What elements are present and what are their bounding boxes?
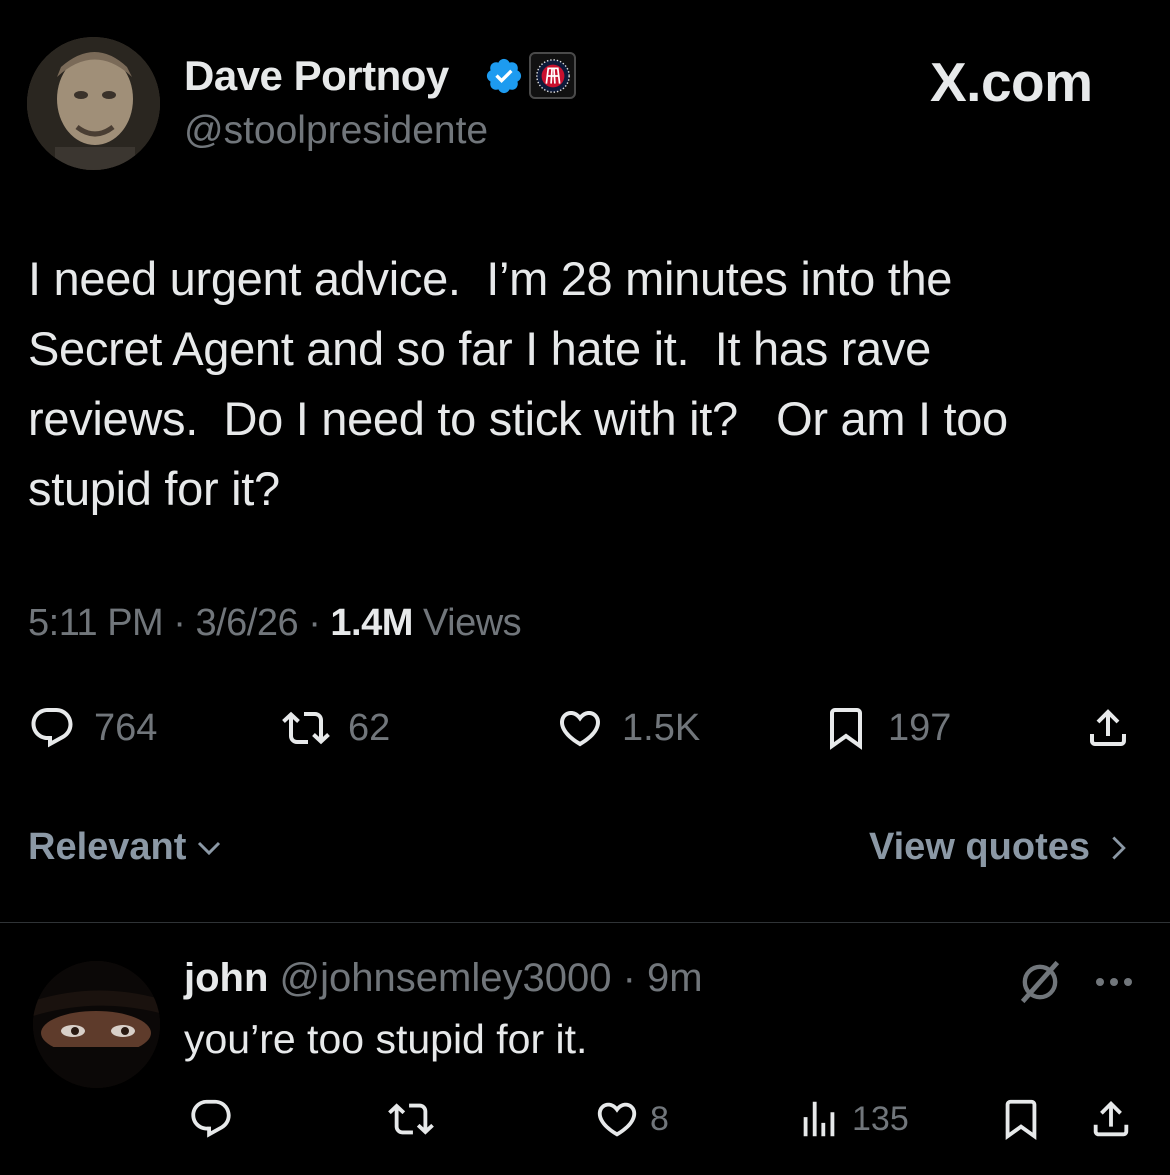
view-quotes-link[interactable]: View quotes xyxy=(869,826,1132,869)
author-handle[interactable]: @stoolpresidente xyxy=(184,109,488,153)
reply-time[interactable]: 9m xyxy=(647,956,703,1000)
grok-icon[interactable] xyxy=(1014,956,1066,1008)
reply-button[interactable]: 764 xyxy=(28,700,157,756)
barstool-logo-icon[interactable] xyxy=(529,52,576,99)
reply-separator: · xyxy=(611,956,648,1000)
reply-views-count: 135 xyxy=(852,1099,909,1138)
brand-watermark: X.com xyxy=(930,51,1093,113)
share-icon xyxy=(1093,1100,1129,1137)
divider xyxy=(0,922,1170,923)
bookmark-button[interactable]: 197 xyxy=(822,700,951,756)
chevron-right-icon xyxy=(1112,836,1126,859)
tweet-meta: 5:11 PM · 3/6/26 · 1.4M Views xyxy=(28,602,522,645)
reply-count: 764 xyxy=(94,706,158,749)
chevron-down-icon xyxy=(198,841,221,855)
repost-count: 62 xyxy=(348,706,391,749)
meta-separator: · xyxy=(298,602,331,644)
sort-dropdown[interactable]: Relevant xyxy=(28,826,224,869)
bookmark-icon xyxy=(1005,1099,1037,1140)
view-quotes-label: View quotes xyxy=(868,826,1090,868)
reply-header: john @johnsemley3000 · 9m xyxy=(184,956,703,1001)
author-display-name[interactable]: Dave Portnoy xyxy=(184,52,449,100)
reply-icon xyxy=(31,708,73,748)
meta-separator: · xyxy=(163,602,196,644)
heart-icon xyxy=(597,1102,637,1137)
tweet-time[interactable]: 5:11 PM xyxy=(28,602,164,644)
tweet-date[interactable]: 3/6/26 xyxy=(195,602,298,644)
repost-button[interactable]: 62 xyxy=(282,700,390,756)
repost-icon xyxy=(388,1103,434,1135)
reply-share-button[interactable] xyxy=(1088,1094,1134,1144)
reply-text: you’re too stupid for it. xyxy=(184,1016,588,1062)
verified-badge-icon[interactable] xyxy=(484,56,524,96)
more-options-icon[interactable] xyxy=(1090,956,1142,1008)
analytics-icon xyxy=(803,1101,835,1137)
reply-bookmark-button[interactable] xyxy=(998,1094,1044,1144)
views-count: 1.4M xyxy=(330,602,413,644)
share-icon xyxy=(1090,709,1126,746)
reply-author-name[interactable]: john xyxy=(184,956,268,1000)
reply-like-count: 8 xyxy=(650,1099,669,1138)
like-button[interactable]: 1.5K xyxy=(556,700,700,756)
reply-like-button[interactable]: 8 xyxy=(594,1094,669,1144)
share-button[interactable] xyxy=(1084,700,1132,756)
reply-reply-button[interactable] xyxy=(188,1094,234,1144)
views-label: Views xyxy=(412,602,522,644)
reply-icon xyxy=(191,1099,231,1138)
repost-icon xyxy=(282,711,330,745)
tweet-text: I need urgent advice. I’m 28 minutes int… xyxy=(28,252,1008,515)
heart-icon xyxy=(559,711,601,747)
like-count: 1.5K xyxy=(622,706,701,749)
author-avatar[interactable] xyxy=(27,37,160,170)
reply-views-button[interactable]: 135 xyxy=(796,1094,909,1144)
sort-label: Relevant xyxy=(28,826,187,868)
bookmark-icon xyxy=(830,708,862,750)
bookmark-count: 197 xyxy=(888,706,952,749)
reply-author-handle[interactable]: @johnsemley3000 xyxy=(280,956,612,1000)
reply-repost-button[interactable] xyxy=(388,1094,434,1144)
reply-author-avatar[interactable] xyxy=(33,961,160,1088)
